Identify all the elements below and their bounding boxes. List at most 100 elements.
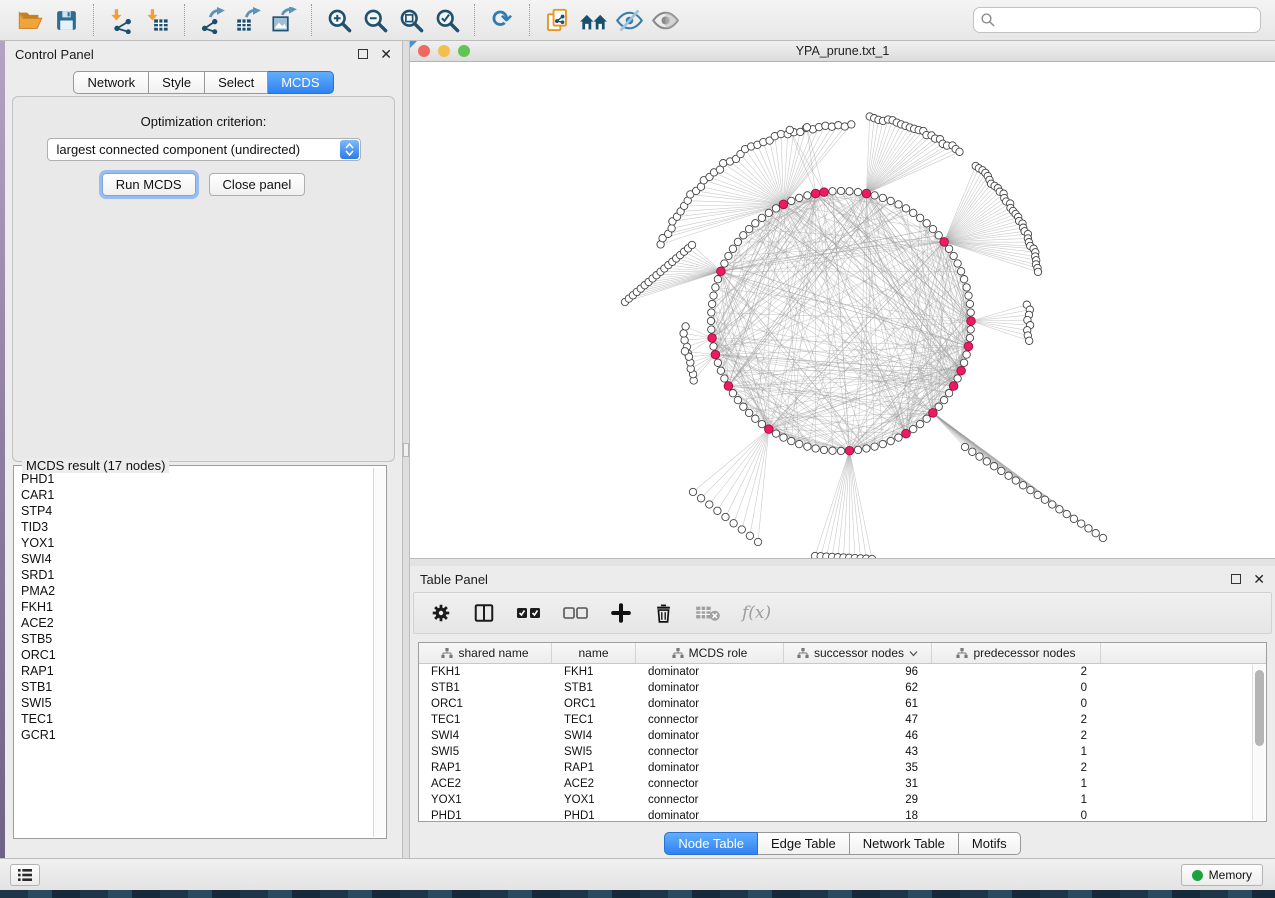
open-file-icon[interactable]	[12, 3, 48, 37]
table-row[interactable]: STB1STB1dominator620	[419, 680, 1266, 696]
network-node[interactable]	[848, 121, 855, 128]
column-header-name[interactable]: name	[552, 643, 636, 663]
eye-icon[interactable]	[647, 3, 683, 37]
network-node[interactable]	[854, 188, 861, 195]
network-node[interactable]	[712, 284, 719, 291]
table-row[interactable]: SWI4SWI4dominator462	[419, 728, 1266, 744]
network-node[interactable]	[772, 430, 779, 437]
network-node[interactable]	[804, 443, 811, 450]
network-node[interactable]	[788, 197, 795, 204]
network-hub-node[interactable]	[929, 409, 938, 418]
run-mcds-button[interactable]: Run MCDS	[102, 173, 196, 196]
network-node[interactable]	[854, 446, 861, 453]
network-node[interactable]	[887, 437, 894, 444]
mcds-result-item[interactable]: FKH1	[21, 599, 373, 615]
network-node[interactable]	[940, 396, 947, 403]
network-hub-node[interactable]	[811, 189, 820, 198]
network-hub-node[interactable]	[957, 366, 966, 375]
network-node[interactable]	[1041, 496, 1048, 503]
table-settings-gear-icon[interactable]	[430, 602, 452, 624]
network-node[interactable]	[721, 375, 728, 382]
close-panel-icon[interactable]: ✕	[380, 49, 392, 59]
network-node[interactable]	[960, 276, 967, 283]
network-node[interactable]	[1019, 482, 1026, 489]
network-node[interactable]	[929, 225, 936, 232]
network-node[interactable]	[1012, 477, 1019, 484]
maximize-window-icon[interactable]	[458, 45, 470, 57]
network-node[interactable]	[680, 330, 687, 337]
network-node[interactable]	[710, 343, 717, 350]
network-node[interactable]	[758, 214, 765, 221]
network-node[interactable]	[966, 334, 973, 341]
network-node[interactable]	[1026, 337, 1033, 344]
network-node[interactable]	[954, 260, 961, 267]
mcds-result-item[interactable]: PHD1	[21, 471, 373, 487]
search-input[interactable]	[996, 13, 1254, 27]
network-node[interactable]	[740, 232, 747, 239]
network-node[interactable]	[960, 359, 967, 366]
column-header-shared-name[interactable]: shared name	[419, 643, 552, 663]
mcds-result-item[interactable]: SWI5	[21, 695, 373, 711]
network-node[interactable]	[681, 337, 688, 344]
network-hub-node[interactable]	[964, 342, 973, 351]
network-node[interactable]	[1092, 530, 1099, 537]
network-node[interactable]	[954, 375, 961, 382]
mcds-result-item[interactable]: PMA2	[21, 583, 373, 599]
network-node[interactable]	[887, 197, 894, 204]
column-header-successor-nodes[interactable]: successor nodes	[784, 643, 932, 663]
network-hub-node[interactable]	[717, 267, 726, 276]
unselect-all-columns-icon[interactable]	[563, 605, 589, 621]
network-node[interactable]	[772, 205, 779, 212]
memory-button[interactable]: Memory	[1181, 864, 1263, 886]
network-node[interactable]	[957, 268, 964, 275]
network-canvas[interactable]	[410, 62, 1275, 558]
table-row[interactable]: ACE2ACE2connector311	[419, 776, 1266, 792]
table-row[interactable]: RAP1RAP1dominator352	[419, 760, 1266, 776]
network-node[interactable]	[902, 205, 909, 212]
network-node[interactable]	[916, 420, 923, 427]
network-node[interactable]	[990, 463, 997, 470]
network-hub-node[interactable]	[967, 317, 976, 326]
documents-share-icon[interactable]	[539, 3, 575, 37]
mcds-result-item[interactable]: TEC1	[21, 711, 373, 727]
network-node[interactable]	[803, 124, 810, 131]
network-node[interactable]	[910, 425, 917, 432]
mcds-result-item[interactable]: SWI4	[21, 551, 373, 567]
mcds-result-item[interactable]: GCR1	[21, 727, 373, 743]
network-node[interactable]	[714, 276, 721, 283]
network-node[interactable]	[998, 467, 1005, 474]
network-node[interactable]	[1085, 525, 1092, 532]
network-node[interactable]	[945, 390, 952, 397]
network-hub-node[interactable]	[708, 334, 717, 343]
network-node[interactable]	[846, 188, 853, 195]
network-node[interactable]	[717, 367, 724, 374]
import-network-icon[interactable]	[103, 3, 139, 37]
network-node[interactable]	[714, 507, 721, 514]
table-scrollbar[interactable]	[1252, 665, 1265, 820]
network-node[interactable]	[758, 420, 765, 427]
network-node[interactable]	[729, 245, 736, 252]
search-box[interactable]	[973, 7, 1261, 33]
mcds-result-item[interactable]: RAP1	[21, 663, 373, 679]
network-node[interactable]	[923, 415, 930, 422]
network-node[interactable]	[796, 440, 803, 447]
table-row[interactable]: PHD1PHD1dominator180	[419, 808, 1266, 822]
network-node[interactable]	[710, 292, 717, 299]
network-node[interactable]	[1027, 486, 1034, 493]
refresh-icon[interactable]: ⟳	[484, 3, 520, 37]
column-header-predecessor-nodes[interactable]: predecessor nodes	[932, 643, 1101, 663]
network-node[interactable]	[945, 245, 952, 252]
network-node[interactable]	[668, 225, 675, 232]
network-node[interactable]	[707, 317, 714, 324]
network-hub-node[interactable]	[820, 188, 829, 197]
network-titlebar[interactable]: YPA_prune.txt_1	[410, 41, 1275, 62]
network-node[interactable]	[681, 348, 688, 355]
network-hub-node[interactable]	[862, 189, 871, 198]
table-row[interactable]: FKH1FKH1dominator962	[419, 664, 1266, 680]
network-node[interactable]	[963, 351, 970, 358]
show-column-panel-icon[interactable]	[473, 602, 495, 624]
network-node[interactable]	[682, 323, 689, 330]
tab-style[interactable]: Style	[149, 71, 205, 94]
network-node[interactable]	[688, 241, 695, 248]
network-hub-node[interactable]	[845, 446, 854, 455]
